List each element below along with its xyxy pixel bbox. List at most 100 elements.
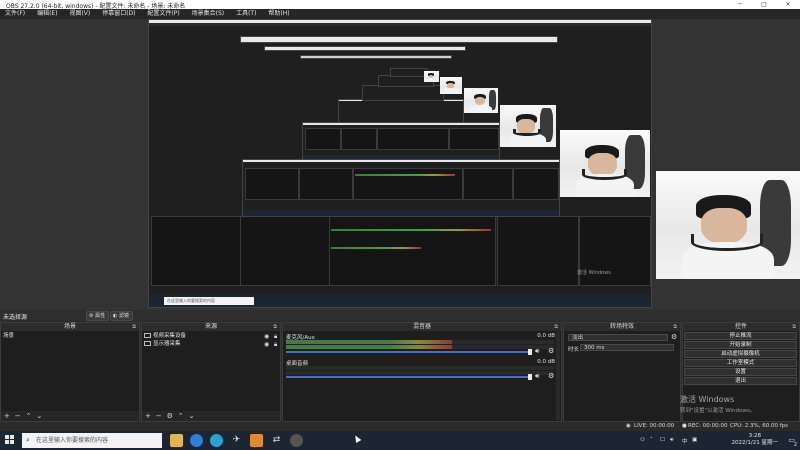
settings-button[interactable]: 设置	[684, 368, 797, 376]
taskbar-clock[interactable]: 3:28 2022/1/21 星期一	[732, 433, 778, 447]
start-recording-button[interactable]: 开始录制	[684, 341, 797, 349]
menu-bar: 文件(F) 编辑(E) 视图(V) 停靠窗口(D) 配置文件(P) 场景集合(S…	[0, 9, 800, 19]
edge-browser-icon[interactable]	[190, 434, 203, 447]
menu-file[interactable]: 文件(F)	[0, 9, 30, 19]
move-up-icon[interactable]: ⌃	[178, 411, 184, 421]
speaker-icon[interactable]: 🔊︎	[535, 347, 539, 356]
preview-canvas[interactable]: 激活 Windows 在这里输入你要搜索的内容	[0, 19, 800, 310]
language-indicator[interactable]: 中	[682, 437, 688, 445]
scenes-dock: 场景 ⧉ 场景 + − ⌃ ⌄	[0, 322, 140, 422]
visibility-eye-icon[interactable]: ◉	[264, 341, 269, 348]
menu-tools[interactable]: 工具(T)	[231, 9, 261, 19]
move-down-icon[interactable]: ⌄	[36, 411, 42, 421]
mic-level-meter	[286, 340, 554, 344]
filter-icon: ◐	[113, 313, 118, 319]
lock-icon[interactable]: 🔒︎	[274, 341, 277, 349]
filters-button[interactable]: ◐ 滤镜	[110, 311, 133, 321]
desktop-volume-knob[interactable]	[528, 374, 532, 380]
edge-legacy-icon[interactable]	[210, 434, 223, 447]
status-bar: ◉ LIVE: 00:00:00 ● REC: 00:00:00 CPU: 2.…	[0, 422, 800, 431]
remove-scene-button[interactable]: −	[15, 411, 21, 421]
activate-subtitle: 转到"设置"以激活 Windows。	[680, 408, 756, 414]
file-explorer-icon[interactable]	[170, 434, 183, 447]
remove-source-button[interactable]: −	[156, 411, 162, 421]
menu-scene-collection[interactable]: 场景集合(S)	[187, 9, 230, 19]
duration-label: 时长	[568, 347, 580, 353]
tray-people-icon[interactable]: ⚇	[640, 437, 645, 443]
menu-edit[interactable]: 编辑(E)	[32, 9, 62, 19]
properties-button[interactable]: ⚙ 属性	[86, 311, 110, 321]
desktop-level-meter	[286, 366, 554, 370]
scenes-title: 场景	[63, 323, 76, 330]
title-bar: OBS 27.2.0 (64-bit, windows) - 配置文件: 未命名…	[0, 0, 800, 10]
source-item[interactable]: 视频采集设备	[144, 333, 278, 340]
obs-taskbar-icon[interactable]	[290, 434, 303, 447]
tray-volume-icon[interactable]: 🔊︎	[670, 437, 673, 444]
mixer-title: 混音器	[412, 323, 431, 330]
source-toolbar: 未选择源 ⚙ 属性 ◐ 滤镜	[0, 310, 800, 321]
app-chevron-icon[interactable]: ⇄	[270, 434, 283, 447]
taskbar-search-box[interactable]: ⌕ 在这里输入你要搜索的内容	[22, 433, 162, 448]
minimize-button[interactable]: ─	[728, 0, 752, 9]
camera-icon	[144, 333, 151, 338]
exit-button[interactable]: 退出	[684, 377, 797, 385]
duration-field[interactable]: 300 ms	[580, 344, 674, 351]
tray-network-icon[interactable]: ☐	[660, 437, 665, 443]
cpu-fps: CPU: 2.3%, 60.00 fps	[730, 423, 789, 429]
transitions-title: 转场特效	[609, 323, 634, 330]
menu-docks[interactable]: 停靠窗口(D)	[97, 9, 140, 19]
properties-label: 属性	[95, 313, 106, 319]
app-orange-icon[interactable]	[250, 434, 263, 447]
undock-icon[interactable]: ⧉	[273, 323, 277, 331]
webcam-frame-6	[656, 171, 800, 279]
nested-title-strip-3	[300, 55, 452, 59]
channel-settings-gear-icon[interactable]: ⚙	[548, 347, 554, 355]
lock-icon[interactable]: 🔒︎	[274, 333, 277, 341]
windows-start-icon[interactable]	[5, 435, 15, 445]
no-source-label: 未选择源	[3, 314, 28, 321]
channel-settings-gear-icon[interactable]: ⚙	[548, 372, 554, 380]
stop-streaming-button[interactable]: 停止推流	[684, 332, 797, 340]
transition-select[interactable]: 淡出	[568, 334, 668, 341]
close-button[interactable]: ✕	[776, 0, 800, 9]
source-properties-icon[interactable]: ⚙	[167, 411, 173, 421]
mic-volume-knob[interactable]	[528, 349, 532, 355]
mixer-scrollbar[interactable]	[556, 332, 560, 420]
nested-obs-window-3	[302, 122, 500, 160]
transition-gear-icon[interactable]: ⚙	[671, 333, 677, 341]
studio-mode-button[interactable]: 工作室模式	[684, 359, 797, 367]
menu-profile[interactable]: 配置文件(P)	[142, 9, 184, 19]
move-down-icon[interactable]: ⌄	[189, 411, 195, 421]
menu-help[interactable]: 帮助(H)	[263, 9, 294, 19]
desktop-level-meter-r	[286, 371, 554, 375]
speaker-icon[interactable]: 🔊︎	[535, 372, 539, 381]
scene-item[interactable]: 场景	[3, 333, 137, 340]
nested-obs-window-7	[390, 68, 428, 77]
visibility-eye-icon[interactable]: ◉	[264, 333, 269, 340]
start-virtual-camera-button[interactable]: 启动虚拟摄像机	[684, 350, 797, 358]
undock-icon[interactable]: ⧉	[673, 323, 677, 331]
undock-icon[interactable]: ⧉	[554, 323, 558, 331]
add-scene-button[interactable]: +	[4, 411, 10, 421]
add-source-button[interactable]: +	[145, 411, 151, 421]
undock-icon[interactable]: ⧉	[132, 323, 136, 331]
mic-db-readout: 0.0 dB	[537, 333, 555, 339]
webcam-frame-1	[424, 71, 439, 82]
tray-chevron-icon[interactable]: ˄	[650, 437, 653, 443]
desktop-db-readout: 0.0 dB	[537, 359, 555, 365]
webcam-frame-3	[464, 88, 498, 113]
move-up-icon[interactable]: ⌃	[26, 411, 32, 421]
app-feather-icon[interactable]: ✈	[230, 434, 243, 447]
nested-search: 在这里输入你要搜索的内容	[164, 297, 254, 305]
tray-app-icon[interactable]: ▣	[692, 437, 697, 443]
nested-obs-window-5	[362, 85, 444, 101]
source-item[interactable]: 显示器采集	[144, 341, 278, 348]
source-name: 显示器采集	[153, 341, 181, 347]
maximize-button[interactable]: □	[752, 0, 776, 9]
mic-volume-slider[interactable]	[286, 351, 530, 353]
desktop-volume-slider[interactable]	[286, 376, 530, 378]
live-time: LIVE: 00:00:00	[634, 423, 675, 429]
search-icon: ⌕	[26, 436, 30, 444]
menu-view[interactable]: 视图(V)	[64, 9, 95, 19]
undock-icon[interactable]: ⧉	[792, 323, 796, 331]
